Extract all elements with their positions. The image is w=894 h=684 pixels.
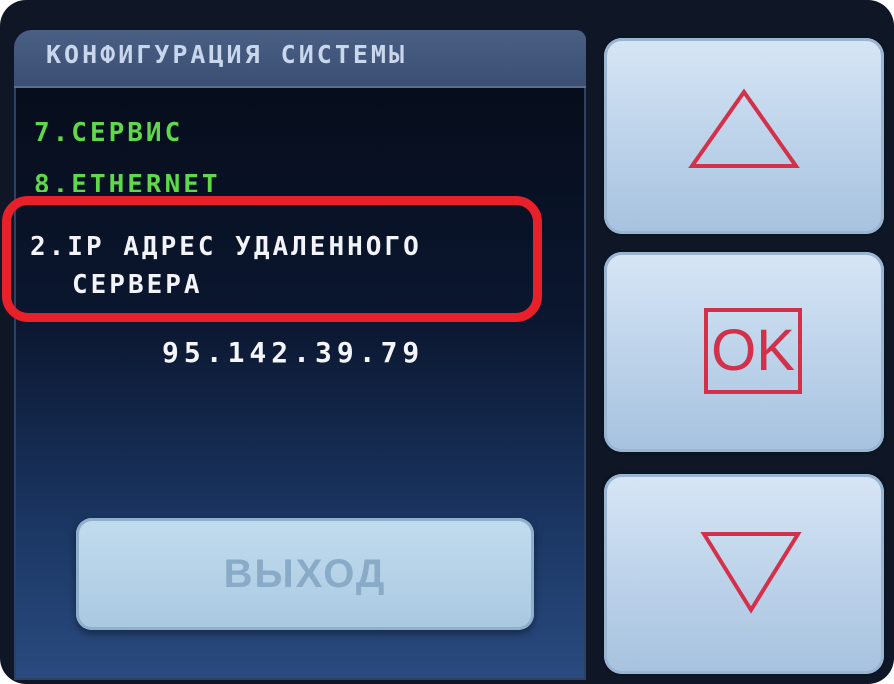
up-button[interactable] [604, 38, 884, 234]
exit-button-label: ВЫХОД [223, 552, 387, 596]
title-bar: КОНФИГУРАЦИЯ СИСТЕМЫ [14, 30, 586, 88]
ok-button-label: OK [711, 318, 795, 383]
page-title: КОНФИГУРАЦИЯ СИСТЕМЫ [46, 40, 408, 69]
selection-highlight [2, 196, 542, 322]
up-triangle-icon [688, 88, 800, 168]
lcd-screen: КОНФИГУРАЦИЯ СИСТЕМЫ 7.СЕРВИС 8.ETHERNET… [14, 30, 586, 680]
ok-icon: OK [704, 308, 802, 394]
exit-button[interactable]: ВЫХОД [76, 518, 534, 630]
ok-button[interactable]: OK [604, 252, 884, 452]
ip-address-value: 95.142.39.79 [162, 336, 425, 369]
down-button[interactable] [604, 474, 884, 674]
menu-item-ethernet[interactable]: 8.ETHERNET [34, 170, 221, 192]
menu-item-service[interactable]: 7.СЕРВИС [34, 118, 183, 148]
device-panel: КОНФИГУРАЦИЯ СИСТЕМЫ 7.СЕРВИС 8.ETHERNET… [0, 0, 894, 684]
down-triangle-icon [700, 532, 802, 614]
